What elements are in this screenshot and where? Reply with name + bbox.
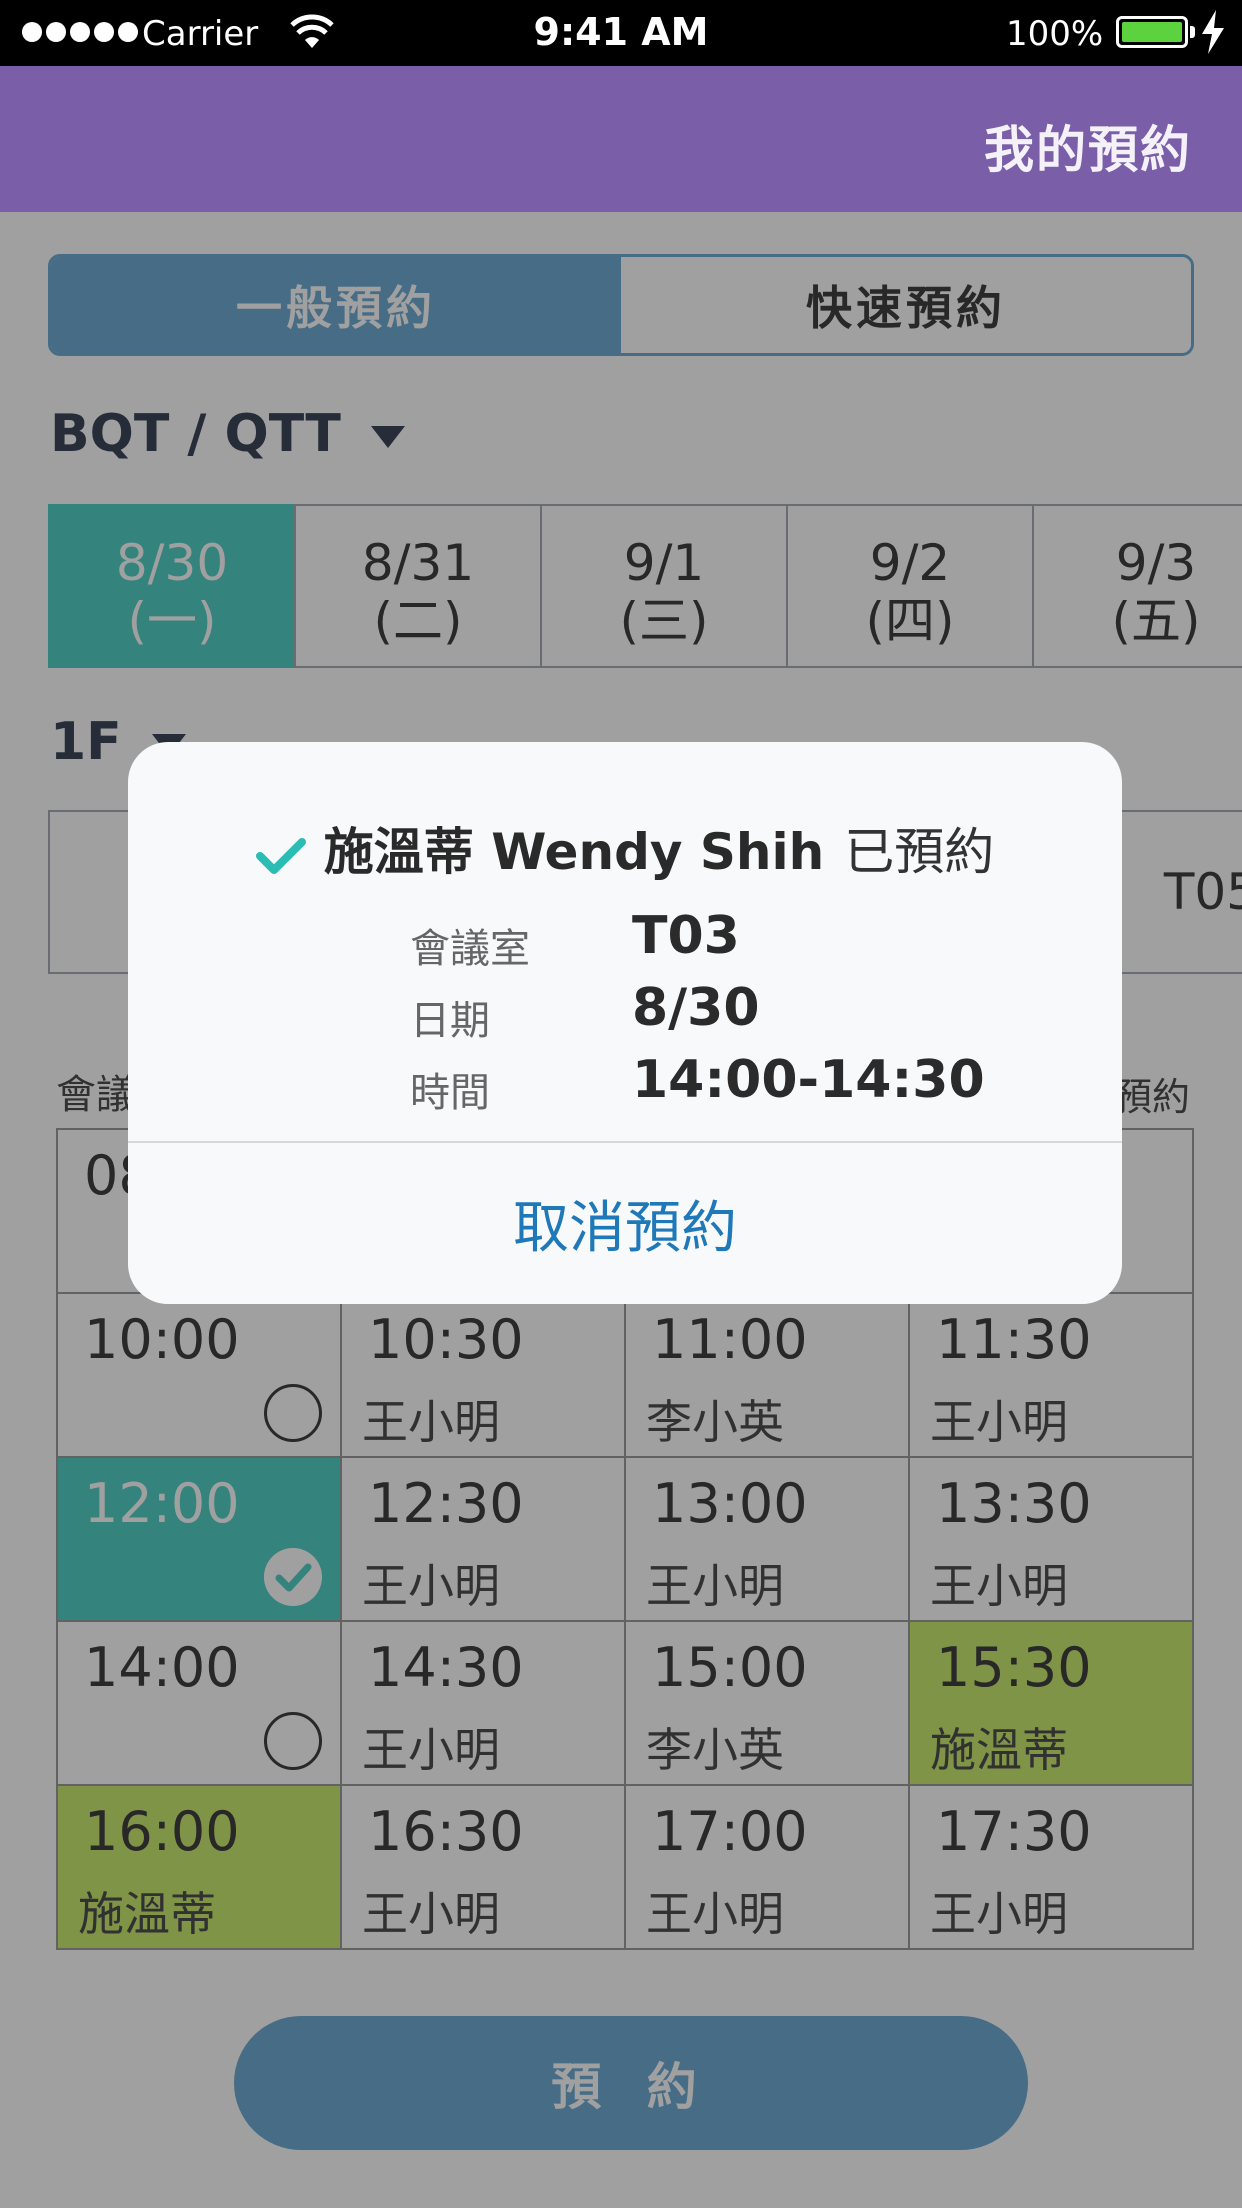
detail-row-time: 時間 14:00-14:30 bbox=[410, 1050, 1010, 1122]
detail-row-room: 會議室 T03 bbox=[410, 906, 1010, 978]
booker-name: 施溫蒂 Wendy Shih bbox=[323, 823, 825, 881]
nav-bar: 我的預約 bbox=[0, 66, 1242, 212]
my-reservations-link[interactable]: 我的預約 bbox=[984, 110, 1192, 182]
cancel-booking-button[interactable]: 取消預約 bbox=[128, 1142, 1122, 1304]
battery-icon bbox=[1116, 16, 1188, 48]
room-label: 會議室 bbox=[410, 926, 530, 972]
date-value: 8/30 bbox=[632, 978, 760, 1038]
charging-bolt-icon bbox=[1202, 10, 1224, 54]
dialog-header: 施溫蒂 Wendy Shih 已預約 bbox=[128, 812, 1122, 884]
detail-row-date: 日期 8/30 bbox=[410, 978, 1010, 1050]
room-value: T03 bbox=[632, 906, 740, 966]
time-value: 14:00-14:30 bbox=[632, 1050, 985, 1110]
date-label: 日期 bbox=[410, 998, 490, 1044]
checkmark-icon bbox=[255, 837, 306, 874]
booking-status: 已預約 bbox=[844, 823, 995, 881]
battery-percentage: 100% bbox=[1006, 14, 1104, 54]
battery-tip bbox=[1190, 26, 1195, 38]
status-bar: Carrier 9:41 AM 100% bbox=[0, 0, 1242, 66]
time-label: 時間 bbox=[410, 1070, 490, 1116]
booking-detail-dialog: 施溫蒂 Wendy Shih 已預約 會議室 T03 日期 8/30 時間 14:… bbox=[128, 742, 1122, 1304]
